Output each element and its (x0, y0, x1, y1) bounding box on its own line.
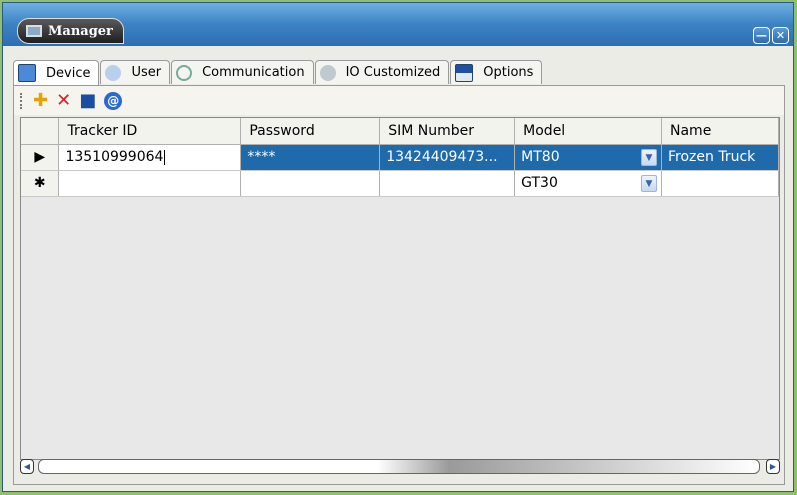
text-caret (164, 149, 166, 165)
tab-io-customized[interactable]: IO Customized (314, 60, 450, 84)
minimize-button[interactable]: — (753, 27, 770, 44)
device-grid: Tracker ID Password SIM Number Model Nam… (20, 117, 780, 460)
save-icon[interactable]: ■ (79, 91, 96, 110)
current-row-marker-icon[interactable]: ▶ (21, 144, 60, 171)
tracker-id-cell[interactable] (58, 170, 242, 197)
sim-number-cell[interactable]: 13424409473... (379, 144, 516, 171)
model-value: MT80 (521, 149, 560, 165)
table-row[interactable]: ▶ 13510999064 **** 13424409473... MT80 ▼ … (21, 144, 779, 171)
chevron-down-icon[interactable]: ▼ (641, 148, 657, 166)
row-header-corner (21, 118, 60, 145)
options-icon (455, 63, 474, 82)
device-icon (18, 64, 36, 82)
table-row-new[interactable]: ✱ GT30 ▼ (21, 170, 779, 197)
device-table: Tracker ID Password SIM Number Model Nam… (21, 118, 779, 197)
header-row: Tracker ID Password SIM Number Model Nam… (21, 118, 779, 145)
info-icon[interactable]: @ (104, 91, 123, 110)
name-cell[interactable]: Frozen Truck (661, 144, 779, 171)
scroll-right-icon[interactable]: ▶ (766, 459, 780, 474)
add-icon[interactable]: ✚ (33, 91, 48, 110)
tab-label: Device (46, 65, 91, 81)
tab-label: IO Customized (345, 65, 441, 80)
model-combo-cell[interactable]: MT80 ▼ (514, 144, 662, 171)
tab-label: Options (483, 65, 534, 80)
column-header-sim-number[interactable]: SIM Number (379, 118, 516, 145)
column-header-password[interactable]: Password (240, 118, 381, 145)
column-header-tracker-id[interactable]: Tracker ID (58, 118, 242, 145)
delete-icon[interactable]: ✕ (56, 91, 71, 110)
column-header-name[interactable]: Name (661, 118, 779, 145)
toolbar-grip[interactable] (20, 92, 25, 109)
tab-strip: Device User Communication IO Customized … (13, 60, 543, 85)
scroll-left-icon[interactable]: ◀ (20, 459, 34, 474)
tab-device[interactable]: Device (13, 60, 100, 85)
password-cell[interactable]: **** (240, 144, 381, 171)
close-button[interactable]: ✕ (772, 27, 789, 44)
name-cell[interactable] (661, 170, 779, 197)
tab-options[interactable]: Options (450, 60, 543, 84)
communication-icon (176, 64, 193, 81)
sim-number-cell[interactable] (379, 170, 516, 197)
toolbar: ✚ ✕ ■ @ (14, 86, 784, 115)
chevron-down-icon[interactable]: ▼ (641, 174, 657, 192)
user-icon (105, 64, 122, 81)
tab-user[interactable]: User (100, 60, 171, 84)
model-value: GT30 (521, 175, 558, 191)
scroll-track[interactable] (38, 459, 760, 474)
tracker-id-cell[interactable]: 13510999064 (58, 144, 242, 171)
window-title: Manager (48, 23, 113, 39)
model-combo-cell[interactable]: GT30 ▼ (514, 170, 662, 197)
monitor-icon (26, 25, 42, 37)
io-gear-icon (319, 64, 336, 81)
window-title-pill: Manager (17, 18, 124, 44)
tab-label: Communication (202, 65, 305, 80)
column-header-model[interactable]: Model (514, 118, 662, 145)
tab-communication[interactable]: Communication (171, 60, 314, 84)
title-bar[interactable]: Manager — ✕ (3, 3, 793, 46)
tab-content-device: ✚ ✕ ■ @ Tracker ID Password SIM Number M… (13, 85, 785, 485)
new-row-marker-icon[interactable]: ✱ (21, 170, 60, 197)
manager-window: Manager — ✕ Device User Communication IO… (2, 2, 794, 492)
horizontal-scrollbar[interactable]: ◀ ▶ (20, 459, 780, 476)
tab-label: User (131, 65, 162, 80)
password-cell[interactable] (240, 170, 381, 197)
tracker-id-value: 13510999064 (65, 149, 164, 165)
